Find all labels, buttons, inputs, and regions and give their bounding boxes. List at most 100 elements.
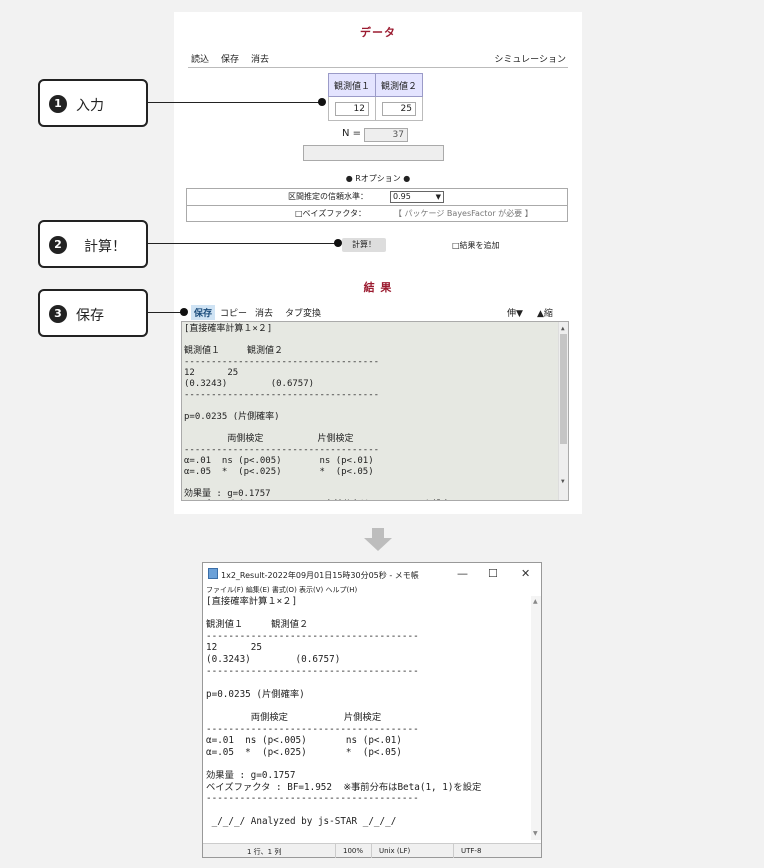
obs2-input[interactable]: 25: [382, 101, 416, 116]
notepad-line: [206, 758, 528, 770]
scroll-down-icon[interactable]: ▼: [561, 476, 565, 487]
result-line: 効果量 : g=0.1757: [184, 489, 271, 499]
result-scrollbar[interactable]: ▲ ▼: [558, 322, 568, 500]
save-menu[interactable]: 保存: [221, 52, 239, 65]
notepad-menubar[interactable]: ファイル(F) 編集(E) 書式(O) 表示(V) ヘルプ(H): [206, 585, 357, 595]
r-options-title: ● Rオプション ●: [345, 174, 411, 183]
result-line: α=.05 * (p<.025) * (p<.05): [184, 467, 374, 477]
notepad-line: [206, 677, 528, 689]
js-star-panel: データ 読込 保存 消去 シミュレーション 観測値１ 観測値２ 12 25 N …: [174, 12, 582, 514]
obs1-header: 観測値１: [328, 73, 376, 97]
observation-table: 観測値１ 観測値２ 12 25: [328, 73, 423, 121]
ci-value: 0.95: [393, 192, 411, 201]
notepad-line: [206, 700, 528, 712]
scroll-thumb[interactable]: [560, 334, 567, 444]
callout-input: 1 入力: [38, 79, 148, 127]
result-line: 両側検定 片側検定: [184, 434, 354, 444]
status-zoom: 100%: [343, 847, 364, 855]
obs2-header: 観測値２: [375, 73, 423, 97]
notepad-title: 1x2_Result-2022年09月01日15時30分05秒 - メモ帳: [221, 571, 419, 580]
status-position: 1 行、1 列: [247, 848, 282, 856]
step-1-badge: 1: [49, 95, 67, 113]
result-line: [184, 423, 451, 434]
notepad-line: 両側検定 片側検定: [206, 711, 382, 723]
n-label: N =: [342, 128, 362, 139]
notepad-line: 効果量 : g=0.1757: [206, 769, 296, 781]
callout-input-label: 入力: [76, 98, 104, 114]
result-line: α=.01 ns (p<.005) ns (p<.01): [184, 456, 374, 466]
result-toolbar: 保存 コピー 消去 タブ変換 伸▼ ▲縮: [181, 305, 575, 320]
close-button[interactable]: ✕: [521, 567, 530, 580]
shrink-button[interactable]: ▲縮: [537, 306, 553, 319]
notepad-scrollbar[interactable]: ▲ ▼: [531, 596, 541, 840]
callout-input-line: [148, 102, 322, 103]
result-line: [184, 335, 451, 346]
callout-save-dot: [180, 308, 188, 316]
notepad-line: [直接確率計算１×２]: [206, 596, 298, 607]
notepad-line: α=.01 ns (p<.005) ns (p<.01): [206, 735, 402, 747]
step-3-badge: 3: [49, 305, 67, 323]
result-line: 12 25: [184, 368, 239, 378]
tab-convert-button[interactable]: タブ変換: [285, 306, 321, 319]
notepad-line: --------------------------------------: [206, 793, 419, 805]
minimize-button[interactable]: —: [457, 567, 468, 580]
notepad-line: 12 25: [206, 642, 262, 654]
calculate-button[interactable]: 計算！: [342, 238, 386, 252]
result-save-button[interactable]: 保存: [191, 305, 216, 320]
callout-save: 3 保存: [38, 289, 148, 337]
bayes-checkbox[interactable]: □ベイズファクタ：: [295, 208, 366, 219]
notepad-line: p=0.0235 (片側確率): [206, 688, 305, 700]
callout-input-dot: [318, 98, 326, 106]
maximize-button[interactable]: ☐: [488, 567, 498, 580]
result-line: [184, 401, 451, 412]
comment-textarea[interactable]: [303, 145, 444, 161]
bayes-note: 【 パッケージ BayesFactor が必要 】: [394, 209, 533, 218]
callout-save-line: [148, 312, 182, 313]
add-results-checkbox[interactable]: □結果を追加: [452, 240, 500, 251]
notepad-line: α=.05 * (p<.025) * (p<.05): [206, 746, 402, 758]
ci-select[interactable]: 0.95 ▼: [390, 191, 444, 203]
np-scroll-up-icon[interactable]: ▲: [533, 598, 538, 605]
notepad-line: ベイズファクタ : BF=1.952 ※事前分布はBeta(1, 1)を設定: [206, 781, 482, 793]
scroll-up-icon[interactable]: ▲: [561, 323, 565, 334]
result-line: ------------------------------------: [184, 357, 380, 367]
notepad-text[interactable]: [直接確率計算１×２] 観測値１ 観測値２ -------------------…: [206, 596, 528, 840]
callout-calc-line: [148, 243, 338, 244]
result-line: [直接確率計算１×２]: [184, 324, 273, 334]
result-section-title: 結 果: [363, 281, 393, 294]
result-line: ------------------------------------: [184, 390, 380, 400]
notepad-line: (0.3243) (0.6757): [206, 653, 341, 665]
clear-menu[interactable]: 消去: [251, 52, 269, 65]
result-clear-button[interactable]: 消去: [255, 306, 273, 319]
down-arrow-icon: [364, 528, 392, 551]
np-scroll-down-icon[interactable]: ▼: [533, 830, 538, 837]
expand-button[interactable]: 伸▼: [507, 306, 523, 319]
notepad-statusbar: 1 行、1 列 100% Unix (LF) UTF-8: [203, 843, 541, 858]
status-eol: Unix (LF): [379, 847, 411, 855]
notepad-window: 1x2_Result-2022年09月01日15時30分05秒 - メモ帳 — …: [202, 562, 542, 858]
notepad-icon: [208, 568, 218, 579]
notepad-line: --------------------------------------: [206, 630, 419, 642]
callout-calc-label: 計算！: [84, 239, 126, 255]
n-input[interactable]: 37: [364, 128, 408, 142]
notepad-line: [206, 608, 528, 620]
result-line: ベイズファクタ : BF=1.952 ※事前分布はBeta(1, 1)を設定: [184, 500, 451, 501]
notepad-titlebar: 1x2_Result-2022年09月01日15時30分05秒 - メモ帳 — …: [203, 563, 541, 585]
ci-label: 区間推定の信頼水準：: [288, 192, 368, 201]
result-line: ------------------------------------: [184, 445, 380, 455]
notepad-line: _/_/_/ Analyzed by js-STAR _/_/_/: [206, 816, 397, 828]
chevron-down-icon: ▼: [435, 193, 441, 201]
simulation-menu[interactable]: シミュレーション: [494, 52, 566, 65]
callout-save-label: 保存: [76, 308, 104, 324]
obs1-input[interactable]: 12: [335, 101, 369, 116]
result-line: [184, 478, 451, 489]
result-textarea[interactable]: [直接確率計算１×２] 観測値１ 観測値２ -------------------…: [181, 321, 569, 501]
callout-calc: 2 計算！: [38, 220, 148, 268]
result-copy-button[interactable]: コピー: [220, 306, 247, 319]
notepad-line: 観測値１ 観測値２: [206, 619, 309, 631]
notepad-line: [206, 805, 528, 817]
status-encoding: UTF-8: [461, 847, 482, 855]
load-menu[interactable]: 読込: [191, 52, 209, 65]
notepad-line: --------------------------------------: [206, 665, 419, 677]
step-2-badge: 2: [49, 236, 67, 254]
